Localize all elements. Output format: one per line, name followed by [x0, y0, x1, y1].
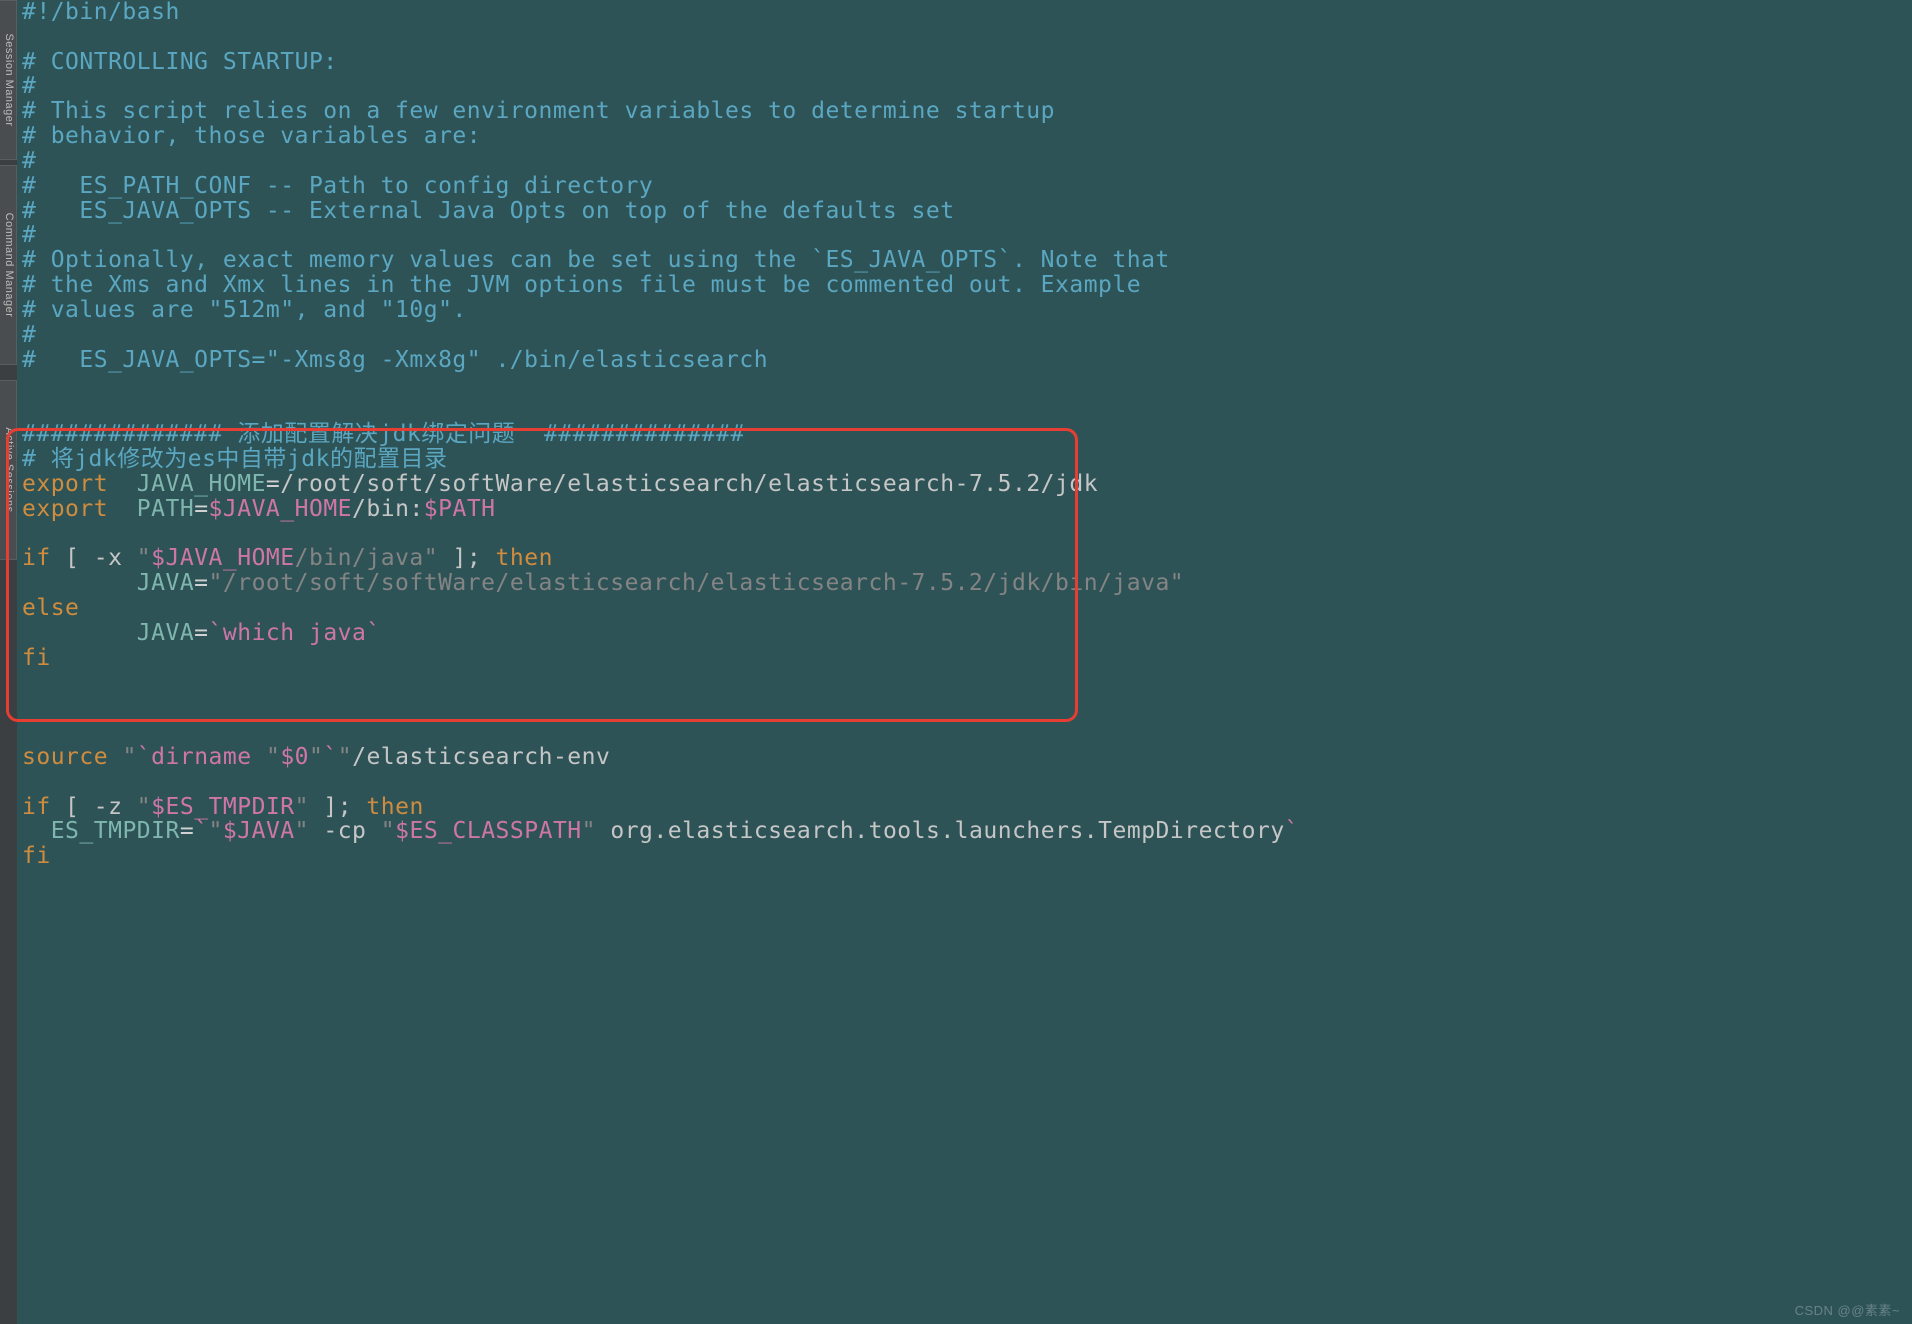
code-line: # — [22, 73, 36, 99]
code-line: # ES_JAVA_OPTS="-Xms8g -Xmx8g" ./bin/ela… — [22, 347, 768, 373]
code-line: # values are "512m", and "10g". — [22, 297, 467, 323]
code-line: # 将jdk修改为es中自带jdk的配置目录 — [22, 446, 447, 472]
code-line: fi — [22, 645, 51, 671]
code-line: export JAVA_HOME=/root/soft/softWare/ela… — [22, 471, 1098, 497]
code-line: # behavior, those variables are: — [22, 123, 481, 149]
sidebar-tab-label: Active Sessions — [2, 427, 14, 512]
code-line: # ES_JAVA_OPTS -- External Java Opts on … — [22, 198, 955, 224]
code-line: ES_TMPDIR=`"$JAVA" -cp "$ES_CLASSPATH" o… — [22, 818, 1299, 844]
code-line: fi — [22, 843, 51, 869]
code-line: # — [22, 322, 36, 348]
sidebar-tab-command-manager[interactable]: Command Manager — [0, 165, 17, 365]
code-line: if [ -z "$ES_TMPDIR" ]; then — [22, 794, 424, 820]
code-line: # — [22, 148, 36, 174]
code-line: # CONTROLLING STARTUP: — [22, 49, 338, 75]
code-line: JAVA="/root/soft/softWare/elasticsearch/… — [22, 570, 1184, 596]
sidebar-tab-label: Command Manager — [2, 213, 14, 318]
code-line: # the Xms and Xmx lines in the JVM optio… — [22, 272, 1141, 298]
sidebar-tab-session-manager[interactable]: Session Manager — [0, 0, 17, 160]
code-line: ############## 添加配置解决jdk绑定问题 ###########… — [22, 421, 745, 447]
code-line: export PATH=$JAVA_HOME/bin:$PATH — [22, 496, 496, 522]
code-line: if [ -x "$JAVA_HOME/bin/java" ]; then — [22, 545, 553, 571]
watermark-text: CSDN @@素素~ — [1795, 1304, 1900, 1318]
code-editor[interactable]: #!/bin/bash # CONTROLLING STARTUP: # # T… — [22, 0, 1912, 869]
code-line: source "`dirname "$0"`"/elasticsearch-en… — [22, 744, 610, 770]
sidebar-tab-active-sessions[interactable]: Active Sessions — [0, 380, 17, 560]
code-line: # ES_PATH_CONF -- Path to config directo… — [22, 173, 653, 199]
code-line: # Optionally, exact memory values can be… — [22, 247, 1170, 273]
code-line: #!/bin/bash — [22, 0, 180, 25]
code-line: JAVA=`which java` — [22, 620, 381, 646]
code-line: else — [22, 595, 79, 621]
ide-sidebar: Session Manager Command Manager Active S… — [0, 0, 17, 1324]
sidebar-tab-label: Session Manager — [2, 33, 14, 126]
code-line: # — [22, 222, 36, 248]
code-line: # This script relies on a few environmen… — [22, 98, 1055, 124]
